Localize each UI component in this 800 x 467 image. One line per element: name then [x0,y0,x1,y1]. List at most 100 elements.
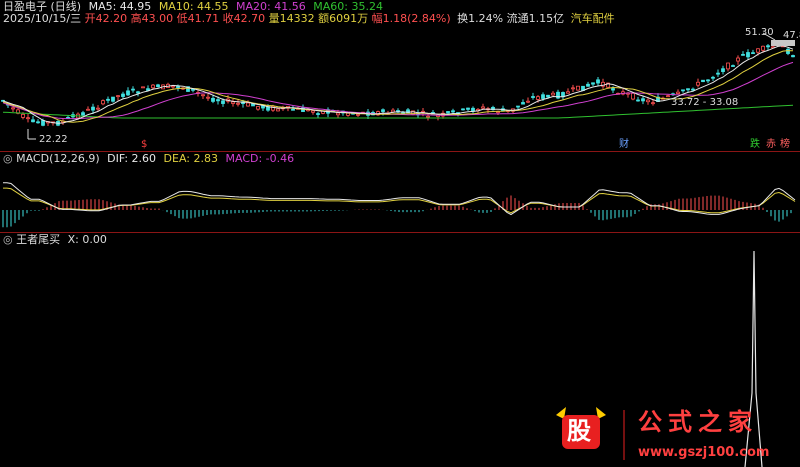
candle-body[interactable] [676,91,680,94]
candle-body[interactable] [256,106,260,110]
candle-body[interactable] [251,103,255,107]
candle-body[interactable] [291,108,295,111]
candle-body[interactable] [641,98,645,102]
event-mark-red[interactable]: 赤 [765,139,777,151]
candle-body[interactable] [521,102,525,105]
candle-body[interactable] [276,108,280,112]
candle-body[interactable] [451,110,455,113]
candle-body[interactable] [721,68,725,72]
candle-body[interactable] [691,88,695,91]
candle-body[interactable] [756,48,760,53]
candle-body[interactable] [111,96,115,102]
candle-body[interactable] [696,81,700,86]
dea-line [3,187,796,214]
event-mark-dollar[interactable]: $ [140,139,148,151]
candle-body[interactable] [346,112,350,116]
candle-body[interactable] [651,102,655,105]
candle-body[interactable] [336,112,340,116]
candle-body[interactable] [126,90,130,96]
candle-body[interactable] [646,99,650,103]
candle-body[interactable] [761,45,765,51]
candle-body[interactable] [726,62,730,70]
candle-body[interactable] [206,96,210,99]
candle-body[interactable] [81,112,85,116]
candle-body[interactable] [541,94,545,99]
macd-pane[interactable]: ◎ MACD(12,26,9) DIF: 2.60 DEA: 2.83 MACD… [0,152,800,232]
candle-body[interactable] [551,92,555,96]
candle-body[interactable] [571,87,575,90]
candle-body[interactable] [786,48,790,54]
candle-body[interactable] [151,84,155,89]
candle-body[interactable] [586,83,590,87]
candle-body[interactable] [316,113,320,115]
candle-body[interactable] [381,109,385,112]
candle-body[interactable] [26,117,30,120]
candle-body[interactable] [231,101,235,104]
candle-body[interactable] [611,88,615,91]
candle-body[interactable] [686,88,690,91]
candle-body[interactable] [446,111,450,114]
candle-body[interactable] [31,119,35,123]
candle-body[interactable] [171,85,175,88]
candle-body[interactable] [141,86,145,89]
candle-body[interactable] [531,96,535,98]
candle-body[interactable] [311,110,315,113]
candle-body[interactable] [91,106,95,111]
candle-body[interactable] [86,108,90,111]
candle-body[interactable] [21,113,25,118]
event-mark-finance[interactable]: 财 [618,139,630,151]
candle-body[interactable] [246,102,250,107]
candle-body[interactable] [791,55,795,58]
candle-body[interactable] [36,121,40,124]
candle-body[interactable] [596,79,600,84]
candle-body[interactable] [41,120,45,126]
candle-body[interactable] [211,97,215,102]
kline-pane[interactable]: 日盈电子 (日线) MA5: 44.95 MA10: 44.55 MA20: 4… [0,0,800,151]
event-mark-fall[interactable]: 跌 [749,139,761,151]
candle-body[interactable] [536,96,540,100]
candle-body[interactable] [11,107,15,110]
candle-body[interactable] [681,89,685,92]
candle-body[interactable] [101,100,105,105]
candle-body[interactable] [636,99,640,102]
candle-body[interactable] [706,79,710,82]
candle-body[interactable] [201,94,205,97]
candle-body[interactable] [221,100,225,104]
gszj-watermark: 股 公式之家 www.gszj100.com [552,405,798,465]
candle-body[interactable] [136,91,140,94]
macd-chart[interactable] [0,152,800,232]
event-mark-list[interactable]: 榜 [779,139,791,151]
candle-body[interactable] [731,65,735,67]
candle-body[interactable] [736,57,740,62]
candle-body[interactable] [216,99,220,102]
candle-body[interactable] [631,92,635,100]
kline-chart[interactable] [0,0,800,151]
candle-body[interactable] [481,106,485,109]
candle-body[interactable] [711,76,715,79]
candle-body[interactable] [766,45,770,48]
candle-body[interactable] [356,113,360,116]
candle-body[interactable] [466,107,470,110]
candle-body[interactable] [516,105,520,108]
candle-body[interactable] [96,107,100,110]
candle-body[interactable] [741,53,745,56]
candle-body[interactable] [546,94,550,98]
candle-body[interactable] [106,98,110,101]
candle-body[interactable] [701,79,705,83]
candle-body[interactable] [566,91,570,94]
candle-body[interactable] [591,82,595,85]
candle-body[interactable] [236,102,240,105]
candle-body[interactable] [526,100,530,103]
candle-body[interactable] [746,52,750,58]
candle-body[interactable] [461,108,465,111]
candle-body[interactable] [116,95,120,98]
right-edge-price-label: 47.8 [783,30,800,41]
candle-body[interactable] [576,85,580,91]
candle-body[interactable] [426,115,430,118]
candle-body[interactable] [121,93,125,97]
candle-body[interactable] [751,52,755,55]
candle-body[interactable] [716,72,720,75]
candle-body[interactable] [156,84,160,88]
candle-body[interactable] [191,88,195,91]
candle-body[interactable] [131,88,135,91]
